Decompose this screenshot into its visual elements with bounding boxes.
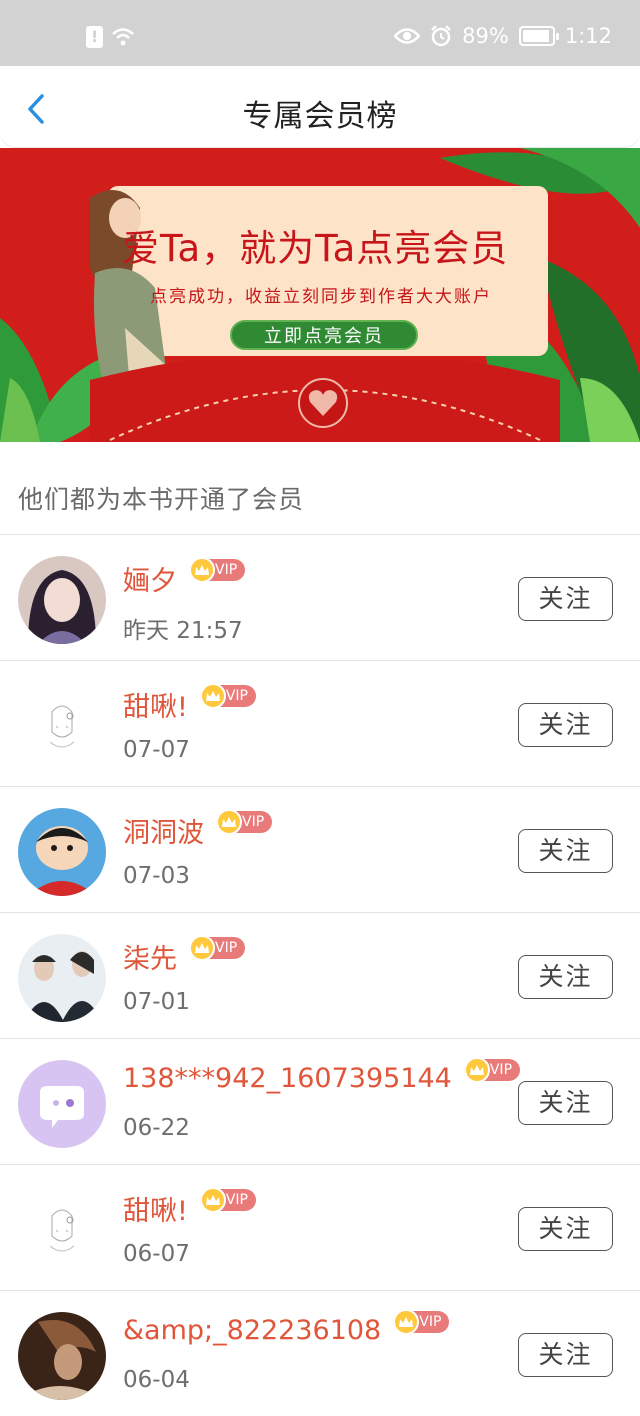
member-name[interactable]: 甜啾! xyxy=(123,685,188,724)
battery-icon xyxy=(518,26,559,46)
member-date: 06-04 xyxy=(123,1367,190,1393)
heart-seal-icon xyxy=(298,378,348,428)
list-item[interactable]: 138***942_1607395144 VIP 06-22 关注 xyxy=(0,1038,640,1164)
crown-icon xyxy=(189,934,215,961)
crown-icon xyxy=(216,808,242,835)
list-item[interactable]: &amp;_822236108 VIP 06-04 关注 xyxy=(0,1290,640,1416)
crown-icon xyxy=(199,682,226,709)
follow-button[interactable]: 关注 xyxy=(518,1207,613,1251)
member-name[interactable]: 洞洞波 xyxy=(123,811,204,850)
member-date: 07-01 xyxy=(123,989,190,1015)
crown-icon xyxy=(393,1308,420,1335)
avatar[interactable] xyxy=(18,808,106,896)
battery-percent: 89% xyxy=(462,24,509,48)
banner-subtitle: 点亮成功，收益立刻同步到作者大大账户 xyxy=(150,287,492,307)
vip-badge: VIP xyxy=(199,682,256,709)
follow-button[interactable]: 关注 xyxy=(518,955,613,999)
avatar[interactable] xyxy=(18,682,106,770)
list-item[interactable]: 甜啾! VIP 07-07 关注 xyxy=(0,660,640,786)
vip-badge: VIP xyxy=(189,556,246,583)
member-name[interactable]: 138***942_1607395144 xyxy=(123,1063,452,1094)
avatar[interactable] xyxy=(18,1186,106,1274)
crown-icon xyxy=(463,1056,490,1083)
member-date: 07-03 xyxy=(123,863,190,889)
member-name[interactable]: 婳夕 xyxy=(123,559,177,598)
member-date: 昨天 21:57 xyxy=(123,618,243,644)
nav-bar: 专属会员榜 xyxy=(0,66,640,148)
follow-button[interactable]: 关注 xyxy=(518,1333,613,1377)
section-title: 他们都为本书开通了会员 xyxy=(18,485,305,514)
list-item[interactable]: 洞洞波 VIP 07-03 关注 xyxy=(0,786,640,912)
list-item[interactable]: 柒先 VIP 07-01 关注 xyxy=(0,912,640,1038)
activate-vip-button[interactable]: 立即点亮会员 xyxy=(230,320,418,350)
follow-button[interactable]: 关注 xyxy=(518,577,613,621)
vip-badge: VIP xyxy=(199,1186,256,1213)
follow-button[interactable]: 关注 xyxy=(518,1081,613,1125)
wifi-icon xyxy=(112,28,134,46)
member-date: 07-07 xyxy=(123,737,190,763)
member-name[interactable]: 甜啾! xyxy=(123,1189,188,1228)
list-item[interactable]: 婳夕 VIP 昨天 21:57 关注 xyxy=(0,534,640,660)
promo-banner[interactable]: 爱Ta，就为Ta点亮会员 点亮成功，收益立刻同步到作者大大账户 立即点亮会员 xyxy=(0,148,640,442)
crown-icon xyxy=(199,1186,226,1213)
page-title: 专属会员榜 xyxy=(242,99,398,134)
clock: 1:12 xyxy=(564,24,612,48)
eye-icon xyxy=(394,28,421,44)
crown-icon xyxy=(189,556,215,583)
member-name[interactable]: 柒先 xyxy=(123,937,177,976)
vip-badge: VIP xyxy=(393,1308,450,1335)
member-list: 婳夕 VIP 昨天 21:57 关注 甜啾! VIP 07-07 关注 洞洞波 … xyxy=(0,534,640,1416)
vip-badge: VIP xyxy=(189,934,246,961)
member-date: 06-07 xyxy=(123,1241,190,1267)
vip-badge: VIP xyxy=(216,808,273,835)
vip-badge: VIP xyxy=(463,1056,521,1083)
alarm-icon xyxy=(431,25,452,47)
avatar[interactable] xyxy=(18,1060,106,1148)
follow-button[interactable]: 关注 xyxy=(518,829,613,873)
banner-headline: 爱Ta，就为Ta点亮会员 xyxy=(122,227,509,270)
avatar[interactable] xyxy=(18,556,106,644)
member-name[interactable]: &amp;_822236108 xyxy=(123,1315,381,1346)
list-item[interactable]: 甜啾! VIP 06-07 关注 xyxy=(0,1164,640,1290)
follow-button[interactable]: 关注 xyxy=(518,703,613,747)
status-bar: ! 89% 1:12 xyxy=(0,0,640,66)
alert-icon: ! xyxy=(86,26,103,48)
member-date: 06-22 xyxy=(123,1115,190,1141)
avatar[interactable] xyxy=(18,934,106,1022)
